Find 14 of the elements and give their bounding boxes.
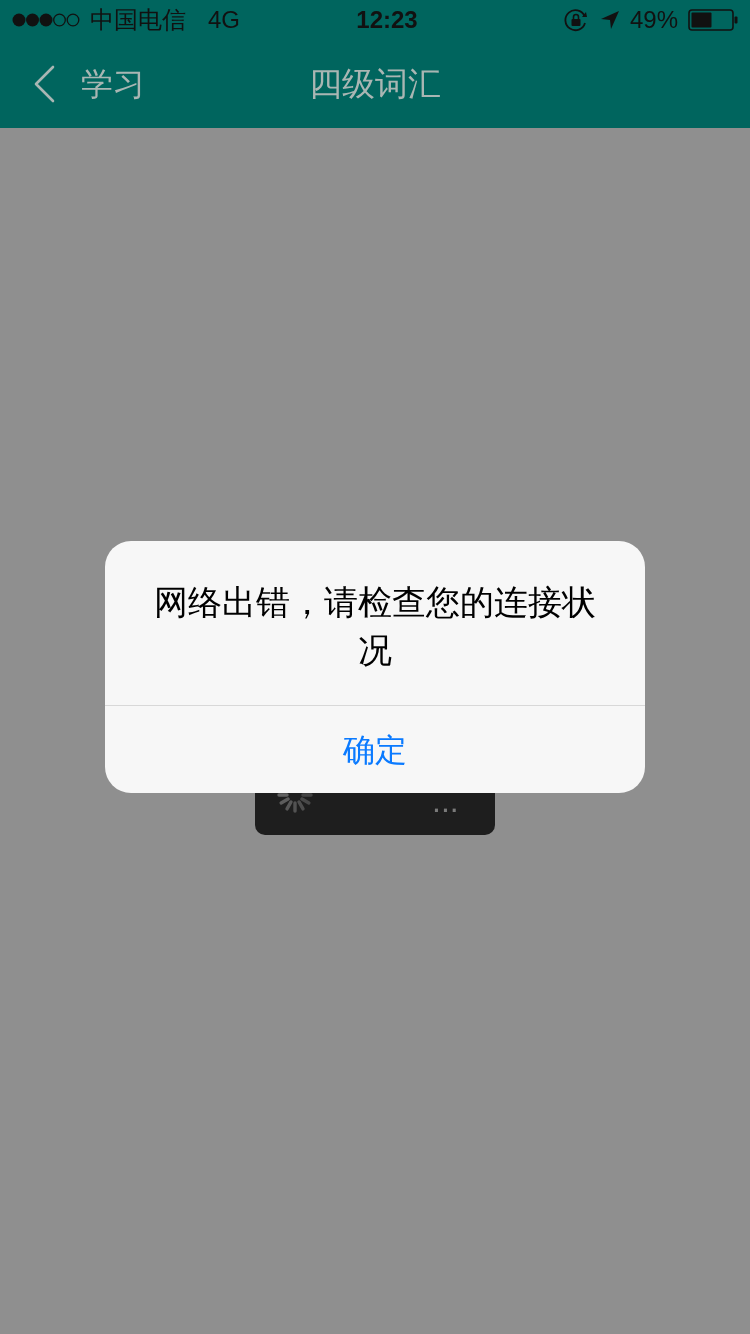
status-time: 12:23 xyxy=(356,5,418,35)
back-button[interactable]: 学习 xyxy=(0,54,153,114)
orientation-lock-icon xyxy=(563,8,590,32)
network-type: 4G xyxy=(208,5,240,35)
alert-message: 网络出错，请检查您的连接状况 xyxy=(153,582,597,671)
location-arrow-icon xyxy=(599,10,620,30)
confirm-button[interactable]: 确定 xyxy=(105,705,645,793)
battery-icon xyxy=(688,9,738,31)
spinner-icon xyxy=(275,793,315,815)
page-title: 四级词汇 xyxy=(309,64,441,104)
carrier-name: 中国电信 xyxy=(90,5,186,35)
battery-percent: 49% xyxy=(629,5,678,35)
chevron-left-icon xyxy=(33,65,55,103)
signal-strength-icon xyxy=(12,13,80,27)
